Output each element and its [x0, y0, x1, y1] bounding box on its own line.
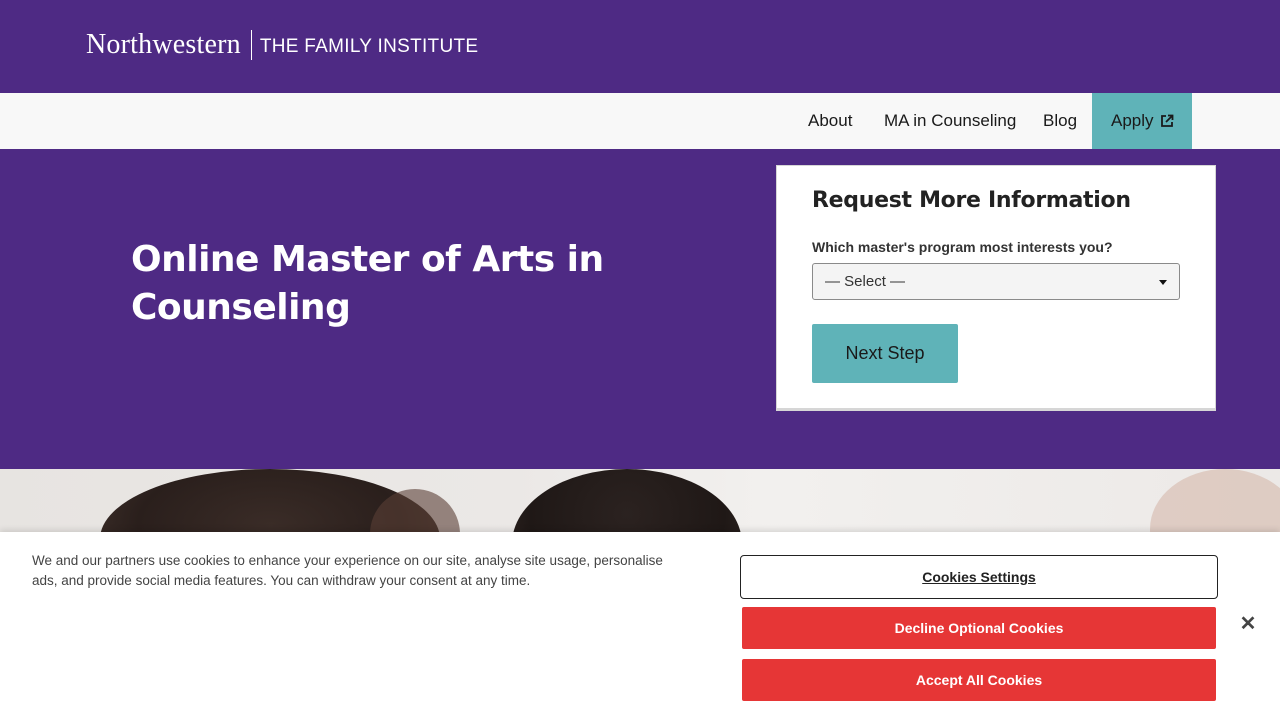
- program-select[interactable]: — Select —: [812, 263, 1180, 300]
- form-title: Request More Information: [812, 188, 1131, 213]
- nav-item-about[interactable]: About: [808, 93, 852, 149]
- close-icon[interactable]: ✕: [1238, 614, 1258, 634]
- logo-subtitle: THE FAMILY INSTITUTE: [259, 36, 479, 57]
- page-title: Online Master of Arts in Counseling: [131, 239, 604, 328]
- program-question-label: Which master's program most interests yo…: [812, 239, 1113, 255]
- chevron-down-icon: [1159, 280, 1167, 285]
- external-link-icon: [1161, 114, 1174, 127]
- nav-apply-label: Apply: [1111, 111, 1154, 130]
- northwestern-logo[interactable]: Northwestern THE FAMILY INSTITUTE: [86, 30, 478, 60]
- cookie-banner: We and our partners use cookies to enhan…: [0, 532, 1280, 720]
- hero-photo: [0, 469, 1280, 532]
- logo-divider: [250, 30, 252, 60]
- program-select-value: — Select —: [825, 273, 906, 290]
- nav-item-apply[interactable]: Apply: [1092, 93, 1192, 149]
- cookies-settings-button[interactable]: Cookies Settings: [740, 555, 1218, 599]
- site-header: Northwestern THE FAMILY INSTITUTE: [0, 0, 1280, 93]
- next-step-button[interactable]: Next Step: [812, 324, 958, 383]
- accept-all-cookies-button[interactable]: Accept All Cookies: [742, 659, 1216, 701]
- request-info-form: Request More Information Which master's …: [776, 165, 1216, 411]
- decline-optional-cookies-button[interactable]: Decline Optional Cookies: [742, 607, 1216, 649]
- nav-item-ma-in-counseling[interactable]: MA in Counseling: [884, 93, 1016, 149]
- nav-item-blog[interactable]: Blog: [1043, 93, 1077, 149]
- main-nav: About MA in Counseling Blog Apply: [0, 93, 1280, 149]
- logo-wordmark: Northwestern: [86, 29, 241, 60]
- cookie-notice-text: We and our partners use cookies to enhan…: [32, 553, 663, 588]
